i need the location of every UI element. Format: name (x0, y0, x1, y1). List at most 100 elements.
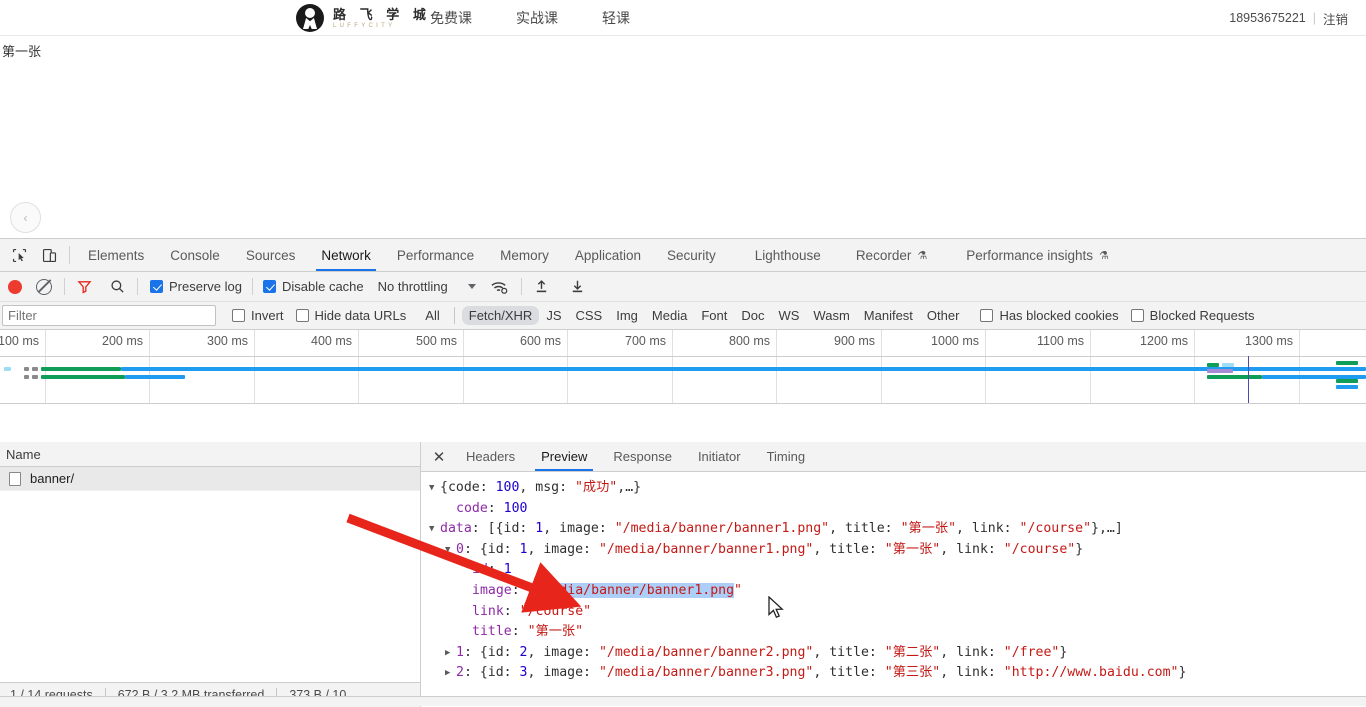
network-conditions-icon[interactable] (490, 279, 509, 295)
tab-recorder[interactable]: Recorder ⚗ (834, 239, 940, 271)
tab-application[interactable]: Application (562, 239, 654, 271)
selected-value-text: /media/banner/banner1.png (535, 582, 735, 598)
json-token: , image: (527, 541, 599, 557)
json-token: "第一张" (884, 541, 941, 557)
json-token: 2 (456, 665, 464, 681)
json-token: , image: (527, 644, 599, 660)
timeline-baseline (0, 356, 1366, 357)
json-token: , msg: (519, 480, 575, 495)
json-token: : (487, 500, 504, 516)
tab-initiator[interactable]: Initiator (685, 442, 754, 471)
json-line[interactable]: ▼ {code: 100, msg: "成功",…} (429, 478, 1366, 499)
record-button-icon[interactable] (8, 279, 22, 294)
disable-cache-checkbox[interactable]: Disable cache (262, 279, 364, 294)
filter-type-doc[interactable]: Doc (734, 306, 771, 325)
chevron-down-icon[interactable]: ▼ (445, 540, 456, 561)
json-line[interactable]: id: 1 (429, 560, 1366, 581)
nav-item-practical[interactable]: 实战课 (516, 8, 558, 28)
filter-type-manifest[interactable]: Manifest (857, 306, 920, 325)
filter-funnel-icon[interactable] (77, 279, 92, 294)
tab-headers[interactable]: Headers (453, 442, 528, 471)
timeline-tick-label: 400 ms (311, 334, 352, 348)
collapse-drawer-handle[interactable]: ‹ (10, 202, 41, 233)
filter-type-ws[interactable]: WS (771, 306, 806, 325)
filter-type-other[interactable]: Other (920, 306, 967, 325)
filter-input[interactable] (2, 305, 216, 326)
json-token: 0 (456, 541, 464, 557)
json-line[interactable]: ▶ 1: {id: 2, image: "/media/banner/banner… (429, 643, 1366, 664)
filter-type-font[interactable]: Font (694, 306, 734, 325)
blocked-requests-label: Blocked Requests (1149, 308, 1255, 323)
device-toolbar-icon[interactable] (34, 239, 64, 271)
json-token: "/media/banner/banner2.png" (598, 644, 814, 660)
hide-data-urls-label: Hide data URLs (314, 308, 407, 323)
preserve-log-checkbox-box (150, 280, 163, 293)
invert-label: Invert (251, 308, 284, 323)
chevron-right-icon[interactable]: ▶ (445, 663, 456, 684)
network-overview-timeline[interactable]: 100 ms 200 ms 300 ms 400 ms 500 ms 600 ms 700 … (0, 330, 1366, 404)
filter-type-css[interactable]: CSS (569, 306, 610, 325)
hide-data-urls-checkbox[interactable]: Hide data URLs (295, 308, 407, 323)
filter-type-wasm[interactable]: Wasm (806, 306, 856, 325)
tab-memory[interactable]: Memory (487, 239, 562, 271)
throttling-dropdown[interactable]: No throttling (378, 279, 476, 294)
nav-item-free[interactable]: 免费课 (430, 8, 472, 28)
json-token: : (511, 582, 528, 598)
json-line[interactable]: ▶ 2: {id: 3, image: "/media/banner/banner… (429, 663, 1366, 684)
filter-type-js[interactable]: JS (539, 306, 568, 325)
preserve-log-checkbox[interactable]: Preserve log (150, 279, 242, 294)
filter-type-fetch-xhr[interactable]: Fetch/XHR (461, 306, 540, 325)
blocked-requests-checkbox-box (1130, 309, 1144, 322)
clear-button-icon[interactable] (36, 278, 52, 295)
json-token: } (1059, 644, 1068, 660)
has-blocked-cookies-checkbox[interactable]: Has blocked cookies (980, 308, 1119, 323)
tab-network[interactable]: Network (308, 239, 384, 271)
filter-type-all[interactable]: All (418, 306, 446, 325)
json-token: : (511, 624, 528, 640)
json-token: "/media/banner/banner1.png" (614, 521, 830, 537)
logout-link[interactable]: 注销 (1323, 9, 1348, 28)
tab-response[interactable]: Response (600, 442, 685, 471)
json-token: id (472, 562, 488, 578)
tab-timing[interactable]: Timing (754, 442, 819, 471)
chevron-down-icon[interactable]: ▼ (429, 478, 440, 499)
tab-preview[interactable]: Preview (528, 442, 600, 471)
nav-item-light[interactable]: 轻课 (602, 8, 630, 28)
disable-cache-label: Disable cache (281, 279, 364, 294)
requests-column-header[interactable]: Name (0, 442, 420, 467)
filter-type-media[interactable]: Media (645, 306, 694, 325)
filter-type-img[interactable]: Img (609, 306, 645, 325)
search-icon[interactable] (110, 279, 125, 294)
export-har-icon[interactable] (570, 279, 585, 294)
chevron-down-icon[interactable]: ▼ (429, 519, 440, 540)
tab-console[interactable]: Console (157, 239, 233, 271)
json-line[interactable]: code: 100 (429, 499, 1366, 520)
invert-checkbox[interactable]: Invert (232, 308, 284, 323)
json-line[interactable]: ▼ data: [{id: 1, image: "/media/banner/ba… (429, 519, 1366, 540)
json-token: data (440, 521, 472, 537)
json-line[interactable]: ▼ 0: {id: 1, image: "/media/banner/banner… (429, 540, 1366, 561)
close-icon[interactable]: ✕ (425, 442, 453, 471)
tab-security[interactable]: Security (654, 239, 729, 271)
inspect-element-icon[interactable] (4, 239, 34, 271)
tab-performance[interactable]: Performance (384, 239, 487, 271)
overview-bar-r (1336, 385, 1358, 389)
network-filter-bar: Invert Hide data URLs All Fetch/XHR JS C… (0, 302, 1366, 330)
json-line[interactable]: title: "第一张" (429, 622, 1366, 643)
json-line[interactable]: image: "/media/banner/banner1.png" (429, 581, 1366, 602)
tab-timing-label: Timing (766, 449, 806, 464)
tab-elements[interactable]: Elements (75, 239, 157, 271)
json-preview-tree[interactable]: ▼ {code: 100, msg: "成功",…} code: 100 ▼ data:… (421, 472, 1366, 707)
blocked-requests-checkbox[interactable]: Blocked Requests (1130, 308, 1255, 323)
chevron-right-icon[interactable]: ▶ (445, 643, 456, 664)
tab-performance-insights[interactable]: Performance insights ⚗ (940, 239, 1122, 271)
experiment-flask-icon-2: ⚗ (1099, 249, 1109, 262)
tab-lighthouse[interactable]: Lighthouse (729, 239, 834, 271)
json-line[interactable]: link: "/course" (429, 602, 1366, 623)
table-row[interactable]: banner/ (0, 467, 420, 491)
site-logo[interactable]: 路 飞 学 城 LUFFYCITY (296, 0, 431, 36)
tab-sources[interactable]: Sources (233, 239, 309, 271)
requests-list[interactable]: banner/ (0, 467, 420, 682)
tab-network-label: Network (321, 247, 371, 263)
import-har-icon[interactable] (534, 279, 549, 294)
